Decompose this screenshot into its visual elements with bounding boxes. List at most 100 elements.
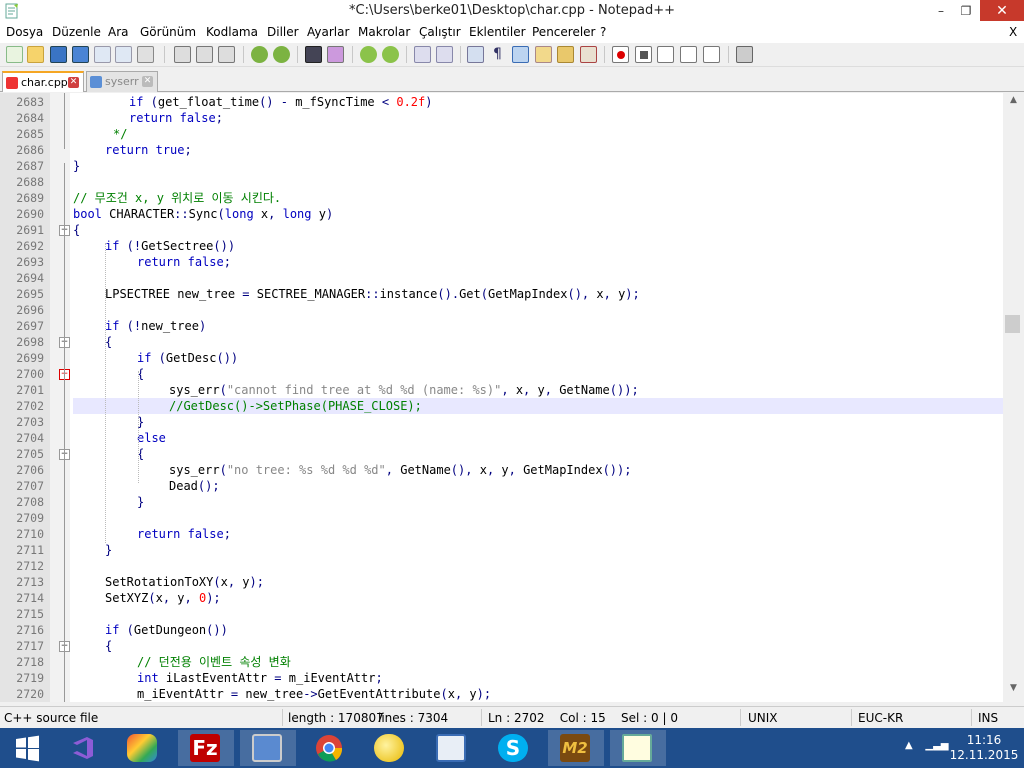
line-number: 2689 (16, 191, 44, 205)
save-macro-icon[interactable] (703, 46, 720, 63)
menu-duzenle[interactable]: Düzenle (52, 25, 101, 39)
replace-icon[interactable] (327, 46, 344, 63)
system-tray[interactable]: ▲ ▁▃▅ (905, 740, 949, 751)
taskbar-network-tool[interactable] (240, 730, 296, 766)
taskbar-m2-app[interactable]: M2 (548, 730, 604, 766)
code-line: } (137, 495, 145, 509)
code-line: if (!new_tree) (105, 319, 207, 333)
paste-icon[interactable] (218, 46, 235, 63)
user-defined-language-icon[interactable] (535, 46, 552, 63)
taskbar-notepadpp[interactable] (610, 730, 666, 766)
tab-close-icon[interactable]: ✕ (142, 76, 153, 87)
tab-char-cpp[interactable]: char.cpp ✕ (2, 71, 84, 92)
menu-pencereler[interactable]: Pencereler (532, 25, 595, 39)
word-wrap-icon[interactable] (467, 46, 484, 63)
stop-macro-icon[interactable] (635, 46, 652, 63)
menu-help[interactable]: ? (600, 25, 606, 39)
line-number: 2711 (16, 543, 44, 557)
zoom-in-icon[interactable] (360, 46, 377, 63)
cursor-position: Ln : 2702 Col : 15 Sel : 0 | 0 (488, 711, 678, 725)
file-type: C++ source file (4, 711, 99, 725)
menu-diller[interactable]: Diller (267, 25, 299, 39)
open-file-icon[interactable] (27, 46, 44, 63)
status-separator (851, 709, 852, 726)
eol-format[interactable]: UNIX (748, 711, 778, 725)
close-file-icon[interactable] (94, 46, 111, 63)
menu-kodlama[interactable]: Kodlama (206, 25, 258, 39)
close-window-button[interactable]: ✕ (980, 0, 1024, 21)
print-icon[interactable] (137, 46, 154, 63)
line-number: 2715 (16, 607, 44, 621)
cut-icon[interactable] (174, 46, 191, 63)
code-editor[interactable]: 2683 if (get_float_time() - m_fSyncTime <… (0, 93, 1003, 702)
line-number: 2710 (16, 527, 44, 541)
close-document-button[interactable]: X (1009, 25, 1017, 39)
clock-time: 11:16 (966, 733, 1002, 747)
code-line: m_iEventAttr = new_tree->GetEventAttribu… (137, 687, 492, 701)
encoding[interactable]: EUC-KR (858, 711, 903, 725)
line-number: 2700 (16, 367, 44, 381)
line-number: 2716 (16, 623, 44, 637)
status-separator (282, 709, 283, 726)
vertical-scrollbar[interactable]: ▲ ▼ (1003, 93, 1024, 702)
menu-ayarlar[interactable]: Ayarlar (307, 25, 349, 39)
taskbar-visual-studio[interactable] (55, 730, 111, 766)
line-number: 2694 (16, 271, 44, 285)
close-all-icon[interactable] (115, 46, 132, 63)
document-map-icon[interactable] (557, 46, 574, 63)
line-number: 2704 (16, 431, 44, 445)
scroll-down-icon[interactable]: ▼ (1003, 683, 1024, 700)
redo-icon[interactable] (273, 46, 290, 63)
run-macro-multiple-icon[interactable] (680, 46, 697, 63)
undo-icon[interactable] (251, 46, 268, 63)
function-list-icon[interactable] (580, 46, 597, 63)
menu-bar: Dosya Düzenle Ara Görünüm Kodlama Diller… (0, 23, 1024, 43)
sync-vertical-icon[interactable] (414, 46, 431, 63)
new-file-icon[interactable] (6, 46, 23, 63)
status-separator (971, 709, 972, 726)
record-macro-icon[interactable] (612, 46, 629, 63)
taskbar-chrome[interactable] (302, 730, 358, 766)
taskbar-file-viewer[interactable] (424, 730, 480, 766)
show-all-characters-icon[interactable]: ¶ (489, 46, 506, 63)
maximize-button[interactable]: ❐ (950, 0, 982, 21)
scroll-up-icon[interactable]: ▲ (1003, 95, 1024, 112)
tab-close-icon[interactable]: ✕ (68, 77, 79, 88)
taskbar-skype[interactable]: S (486, 730, 542, 766)
taskbar-clock[interactable]: 11:16 12.11.2015 (945, 733, 1023, 763)
menu-gorunum[interactable]: Görünüm (140, 25, 196, 39)
taskbar-fruit-app[interactable] (362, 730, 418, 766)
code-line: { (105, 639, 113, 653)
sync-horizontal-icon[interactable] (436, 46, 453, 63)
menu-dosya[interactable]: Dosya (6, 25, 43, 39)
code-line: if (get_float_time() - m_fSyncTime < 0.2… (129, 95, 433, 109)
code-line: //GetDesc()->SetPhase(PHASE_CLOSE); (169, 399, 422, 413)
indent-guide-icon[interactable] (512, 46, 529, 63)
play-macro-icon[interactable] (657, 46, 674, 63)
saved-file-icon (90, 76, 102, 88)
visual-studio-icon (73, 737, 93, 759)
taskbar-multi-app[interactable] (115, 730, 171, 766)
taskbar-filezilla[interactable]: Fz (178, 730, 234, 766)
scrollbar-thumb[interactable] (1005, 315, 1020, 333)
save-all-icon[interactable] (72, 46, 89, 63)
plugin-icon[interactable] (736, 46, 753, 63)
menu-eklentiler[interactable]: Eklentiler (469, 25, 526, 39)
zoom-out-icon[interactable] (382, 46, 399, 63)
menu-calistir[interactable]: Çalıştır (419, 25, 461, 39)
line-number: 2705 (16, 447, 44, 461)
start-button[interactable] (0, 730, 56, 766)
line-number: 2717 (16, 639, 44, 653)
save-icon[interactable] (50, 46, 67, 63)
insert-mode[interactable]: INS (978, 711, 998, 725)
show-hidden-icons-icon[interactable]: ▲ (905, 740, 913, 751)
line-number: 2686 (16, 143, 44, 157)
copy-icon[interactable] (196, 46, 213, 63)
find-icon[interactable] (305, 46, 322, 63)
toolbar-separator (297, 46, 298, 63)
menu-ara[interactable]: Ara (108, 25, 129, 39)
menu-makrolar[interactable]: Makrolar (358, 25, 410, 39)
code-line: { (105, 335, 113, 349)
line-number: 2697 (16, 319, 44, 333)
tab-syserr-2[interactable]: syserr 2 ✕ (86, 71, 158, 92)
